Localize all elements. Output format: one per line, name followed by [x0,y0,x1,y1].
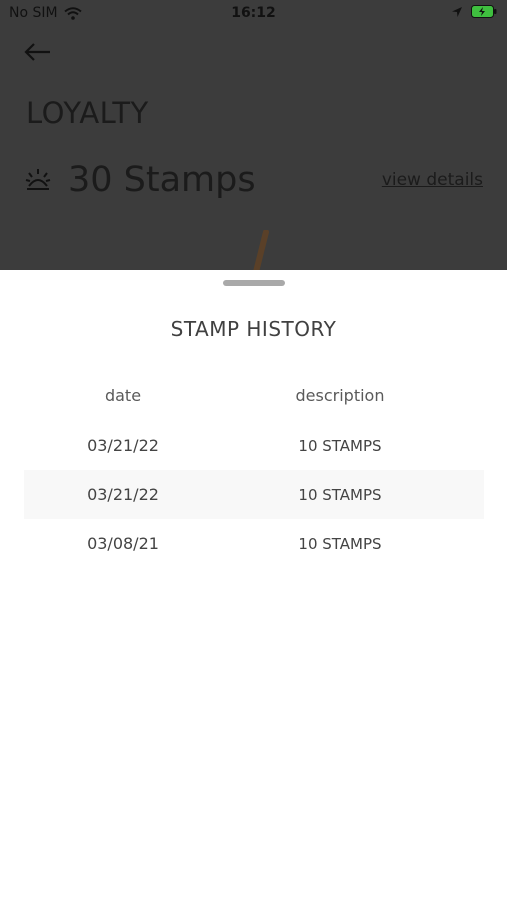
stamps-summary: 30 Stamps view details [24,158,483,202]
table-row: 03/21/22 10 STAMPS [24,421,484,470]
column-header-date: date [104,385,142,405]
sheet-drag-handle[interactable] [223,280,285,286]
back-arrow-icon [24,43,50,61]
row-description: 10 STAMPS [298,436,382,455]
battery-charging-icon [471,5,497,18]
back-button[interactable] [22,38,54,66]
status-right [451,5,497,18]
decorative-stick-image [253,230,269,270]
row-date: 03/08/21 [87,534,159,553]
location-arrow-icon [452,6,462,17]
stamps-count: 30 Stamps [68,160,256,200]
table-row: 03/21/22 10 STAMPS [24,470,484,519]
column-header-description: description [295,385,385,405]
status-bar: No SIM 16:12 [0,0,507,28]
row-date: 03/21/22 [87,485,159,504]
stamp-sun-icon [25,169,51,190]
table-row: 03/08/21 10 STAMPS [24,519,484,568]
stamp-history-table: date description 03/21/22 10 STAMPS 03/2… [24,373,484,568]
sheet-title: STAMP HISTORY [170,317,337,341]
view-details-link[interactable]: view details [382,170,483,190]
page-title: LOYALTY [26,96,149,130]
background-screen: No SIM 16:12 LOYALTY 30 Stamps view deta… [0,0,507,270]
row-description: 10 STAMPS [298,534,382,553]
table-header: date description [24,373,484,417]
clock: 16:12 [231,5,276,21]
row-date: 03/21/22 [87,436,159,455]
stamp-history-sheet: STAMP HISTORY date description 03/21/22 … [0,270,507,900]
row-description: 10 STAMPS [298,485,382,504]
